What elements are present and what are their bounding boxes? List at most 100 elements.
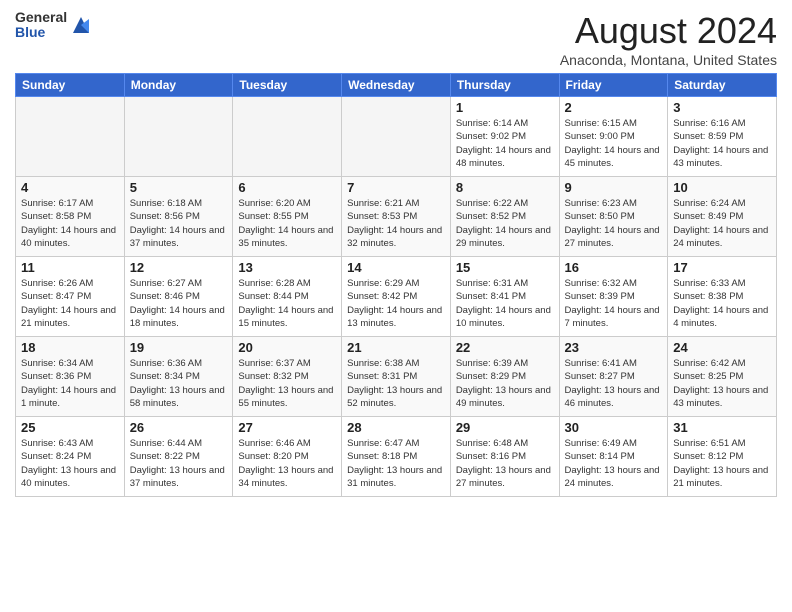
day-info: Sunrise: 6:46 AM Sunset: 8:20 PM Dayligh… bbox=[238, 437, 336, 490]
logo-icon bbox=[71, 15, 91, 35]
header-row: Sunday Monday Tuesday Wednesday Thursday… bbox=[16, 74, 777, 97]
page-container: General Blue August 2024 Anaconda, Monta… bbox=[0, 0, 792, 502]
day-info: Sunrise: 6:16 AM Sunset: 8:59 PM Dayligh… bbox=[673, 117, 771, 170]
calendar-cell: 5Sunrise: 6:18 AM Sunset: 8:56 PM Daylig… bbox=[124, 177, 233, 257]
day-number: 26 bbox=[130, 420, 228, 435]
logo-general: General bbox=[15, 10, 67, 25]
day-number: 24 bbox=[673, 340, 771, 355]
day-number: 30 bbox=[565, 420, 663, 435]
calendar-cell: 1 Sunrise: 6:14 AM Sunset: 9:02 PM Daylig… bbox=[450, 97, 559, 177]
calendar-cell: 29Sunrise: 6:48 AM Sunset: 8:16 PM Dayli… bbox=[450, 417, 559, 497]
calendar-cell: 13 Sunrise: 6:28 AM Sunset: 8:44 PM Dayli… bbox=[233, 257, 342, 337]
day-info: Sunrise: 6:41 AM Sunset: 8:27 PM Dayligh… bbox=[565, 357, 663, 410]
day-number: 20 bbox=[238, 340, 336, 355]
day-info: Sunrise: 6:38 AM Sunset: 8:31 PM Dayligh… bbox=[347, 357, 445, 410]
calendar-cell bbox=[233, 97, 342, 177]
calendar-week-4: 18 Sunrise: 6:34 AM Sunset: 8:36 PM Dayli… bbox=[16, 337, 777, 417]
day-info: Sunrise: 6:17 AM Sunset: 8:58 PM Dayligh… bbox=[21, 197, 119, 250]
header: General Blue August 2024 Anaconda, Monta… bbox=[15, 10, 777, 68]
day-number: 6 bbox=[238, 180, 336, 195]
day-info: Sunrise: 6:26 AM Sunset: 8:47 PM Dayligh… bbox=[21, 277, 119, 330]
calendar-cell: 25 Sunrise: 6:43 AM Sunset: 8:24 PM Dayli… bbox=[16, 417, 125, 497]
day-number: 29 bbox=[456, 420, 554, 435]
logo-text: General Blue bbox=[15, 10, 67, 41]
day-number: 19 bbox=[130, 340, 228, 355]
calendar-cell: 7 Sunrise: 6:21 AM Sunset: 8:53 PM Daylig… bbox=[342, 177, 451, 257]
calendar-week-3: 11 Sunrise: 6:26 AM Sunset: 8:47 PM Dayli… bbox=[16, 257, 777, 337]
day-number: 31 bbox=[673, 420, 771, 435]
day-info: Sunrise: 6:42 AM Sunset: 8:25 PM Dayligh… bbox=[673, 357, 771, 410]
day-info: Sunrise: 6:31 AM Sunset: 8:41 PM Dayligh… bbox=[456, 277, 554, 330]
day-info: Sunrise: 6:28 AM Sunset: 8:44 PM Dayligh… bbox=[238, 277, 336, 330]
day-number: 7 bbox=[347, 180, 445, 195]
calendar-cell: 26 Sunrise: 6:44 AM Sunset: 8:22 PM Dayli… bbox=[124, 417, 233, 497]
calendar-cell: 15 Sunrise: 6:31 AM Sunset: 8:41 PM Dayli… bbox=[450, 257, 559, 337]
col-monday: Monday bbox=[124, 74, 233, 97]
calendar-cell: 27 Sunrise: 6:46 AM Sunset: 8:20 PM Dayli… bbox=[233, 417, 342, 497]
day-info: Sunrise: 6:29 AM Sunset: 8:42 PM Dayligh… bbox=[347, 277, 445, 330]
calendar-cell: 2Sunrise: 6:15 AM Sunset: 9:00 PM Daylig… bbox=[559, 97, 668, 177]
logo: General Blue bbox=[15, 10, 91, 41]
day-number: 11 bbox=[21, 260, 119, 275]
day-info: Sunrise: 6:43 AM Sunset: 8:24 PM Dayligh… bbox=[21, 437, 119, 490]
day-info: Sunrise: 6:15 AM Sunset: 9:00 PM Dayligh… bbox=[565, 117, 663, 170]
day-info: Sunrise: 6:24 AM Sunset: 8:49 PM Dayligh… bbox=[673, 197, 771, 250]
calendar-cell: 18 Sunrise: 6:34 AM Sunset: 8:36 PM Dayli… bbox=[16, 337, 125, 417]
calendar-table: Sunday Monday Tuesday Wednesday Thursday… bbox=[15, 73, 777, 497]
calendar-cell: 3 Sunrise: 6:16 AM Sunset: 8:59 PM Daylig… bbox=[668, 97, 777, 177]
calendar-week-5: 25 Sunrise: 6:43 AM Sunset: 8:24 PM Dayli… bbox=[16, 417, 777, 497]
day-number: 13 bbox=[238, 260, 336, 275]
day-number: 5 bbox=[130, 180, 228, 195]
day-number: 27 bbox=[238, 420, 336, 435]
calendar-cell: 16Sunrise: 6:32 AM Sunset: 8:39 PM Dayli… bbox=[559, 257, 668, 337]
calendar-cell: 4Sunrise: 6:17 AM Sunset: 8:58 PM Daylig… bbox=[16, 177, 125, 257]
day-number: 28 bbox=[347, 420, 445, 435]
day-number: 12 bbox=[130, 260, 228, 275]
calendar-cell: 9Sunrise: 6:23 AM Sunset: 8:50 PM Daylig… bbox=[559, 177, 668, 257]
col-tuesday: Tuesday bbox=[233, 74, 342, 97]
calendar-cell: 10Sunrise: 6:24 AM Sunset: 8:49 PM Dayli… bbox=[668, 177, 777, 257]
day-info: Sunrise: 6:37 AM Sunset: 8:32 PM Dayligh… bbox=[238, 357, 336, 410]
subtitle: Anaconda, Montana, United States bbox=[560, 52, 777, 68]
day-info: Sunrise: 6:14 AM Sunset: 9:02 PM Dayligh… bbox=[456, 117, 554, 170]
day-info: Sunrise: 6:44 AM Sunset: 8:22 PM Dayligh… bbox=[130, 437, 228, 490]
day-number: 15 bbox=[456, 260, 554, 275]
day-number: 22 bbox=[456, 340, 554, 355]
calendar-cell: 8 Sunrise: 6:22 AM Sunset: 8:52 PM Daylig… bbox=[450, 177, 559, 257]
day-info: Sunrise: 6:22 AM Sunset: 8:52 PM Dayligh… bbox=[456, 197, 554, 250]
day-number: 9 bbox=[565, 180, 663, 195]
calendar-cell: 23Sunrise: 6:41 AM Sunset: 8:27 PM Dayli… bbox=[559, 337, 668, 417]
day-info: Sunrise: 6:34 AM Sunset: 8:36 PM Dayligh… bbox=[21, 357, 119, 410]
day-number: 18 bbox=[21, 340, 119, 355]
day-info: Sunrise: 6:21 AM Sunset: 8:53 PM Dayligh… bbox=[347, 197, 445, 250]
col-sunday: Sunday bbox=[16, 74, 125, 97]
day-info: Sunrise: 6:39 AM Sunset: 8:29 PM Dayligh… bbox=[456, 357, 554, 410]
title-block: August 2024 Anaconda, Montana, United St… bbox=[560, 10, 777, 68]
day-info: Sunrise: 6:27 AM Sunset: 8:46 PM Dayligh… bbox=[130, 277, 228, 330]
calendar-cell: 17Sunrise: 6:33 AM Sunset: 8:38 PM Dayli… bbox=[668, 257, 777, 337]
day-info: Sunrise: 6:47 AM Sunset: 8:18 PM Dayligh… bbox=[347, 437, 445, 490]
calendar-week-2: 4Sunrise: 6:17 AM Sunset: 8:58 PM Daylig… bbox=[16, 177, 777, 257]
calendar-cell: 31 Sunrise: 6:51 AM Sunset: 8:12 PM Dayli… bbox=[668, 417, 777, 497]
calendar-cell: 12 Sunrise: 6:27 AM Sunset: 8:46 PM Dayli… bbox=[124, 257, 233, 337]
day-number: 3 bbox=[673, 100, 771, 115]
calendar-cell: 20 Sunrise: 6:37 AM Sunset: 8:32 PM Dayli… bbox=[233, 337, 342, 417]
day-info: Sunrise: 6:33 AM Sunset: 8:38 PM Dayligh… bbox=[673, 277, 771, 330]
calendar-cell bbox=[124, 97, 233, 177]
calendar-cell: 19 Sunrise: 6:36 AM Sunset: 8:34 PM Dayli… bbox=[124, 337, 233, 417]
calendar-cell bbox=[342, 97, 451, 177]
col-wednesday: Wednesday bbox=[342, 74, 451, 97]
calendar-cell: 14 Sunrise: 6:29 AM Sunset: 8:42 PM Dayli… bbox=[342, 257, 451, 337]
day-number: 14 bbox=[347, 260, 445, 275]
day-number: 25 bbox=[21, 420, 119, 435]
month-title: August 2024 bbox=[560, 10, 777, 52]
day-number: 8 bbox=[456, 180, 554, 195]
calendar-cell: 11 Sunrise: 6:26 AM Sunset: 8:47 PM Dayli… bbox=[16, 257, 125, 337]
day-number: 1 bbox=[456, 100, 554, 115]
day-info: Sunrise: 6:36 AM Sunset: 8:34 PM Dayligh… bbox=[130, 357, 228, 410]
col-friday: Friday bbox=[559, 74, 668, 97]
day-number: 16 bbox=[565, 260, 663, 275]
day-info: Sunrise: 6:51 AM Sunset: 8:12 PM Dayligh… bbox=[673, 437, 771, 490]
day-info: Sunrise: 6:49 AM Sunset: 8:14 PM Dayligh… bbox=[565, 437, 663, 490]
col-thursday: Thursday bbox=[450, 74, 559, 97]
